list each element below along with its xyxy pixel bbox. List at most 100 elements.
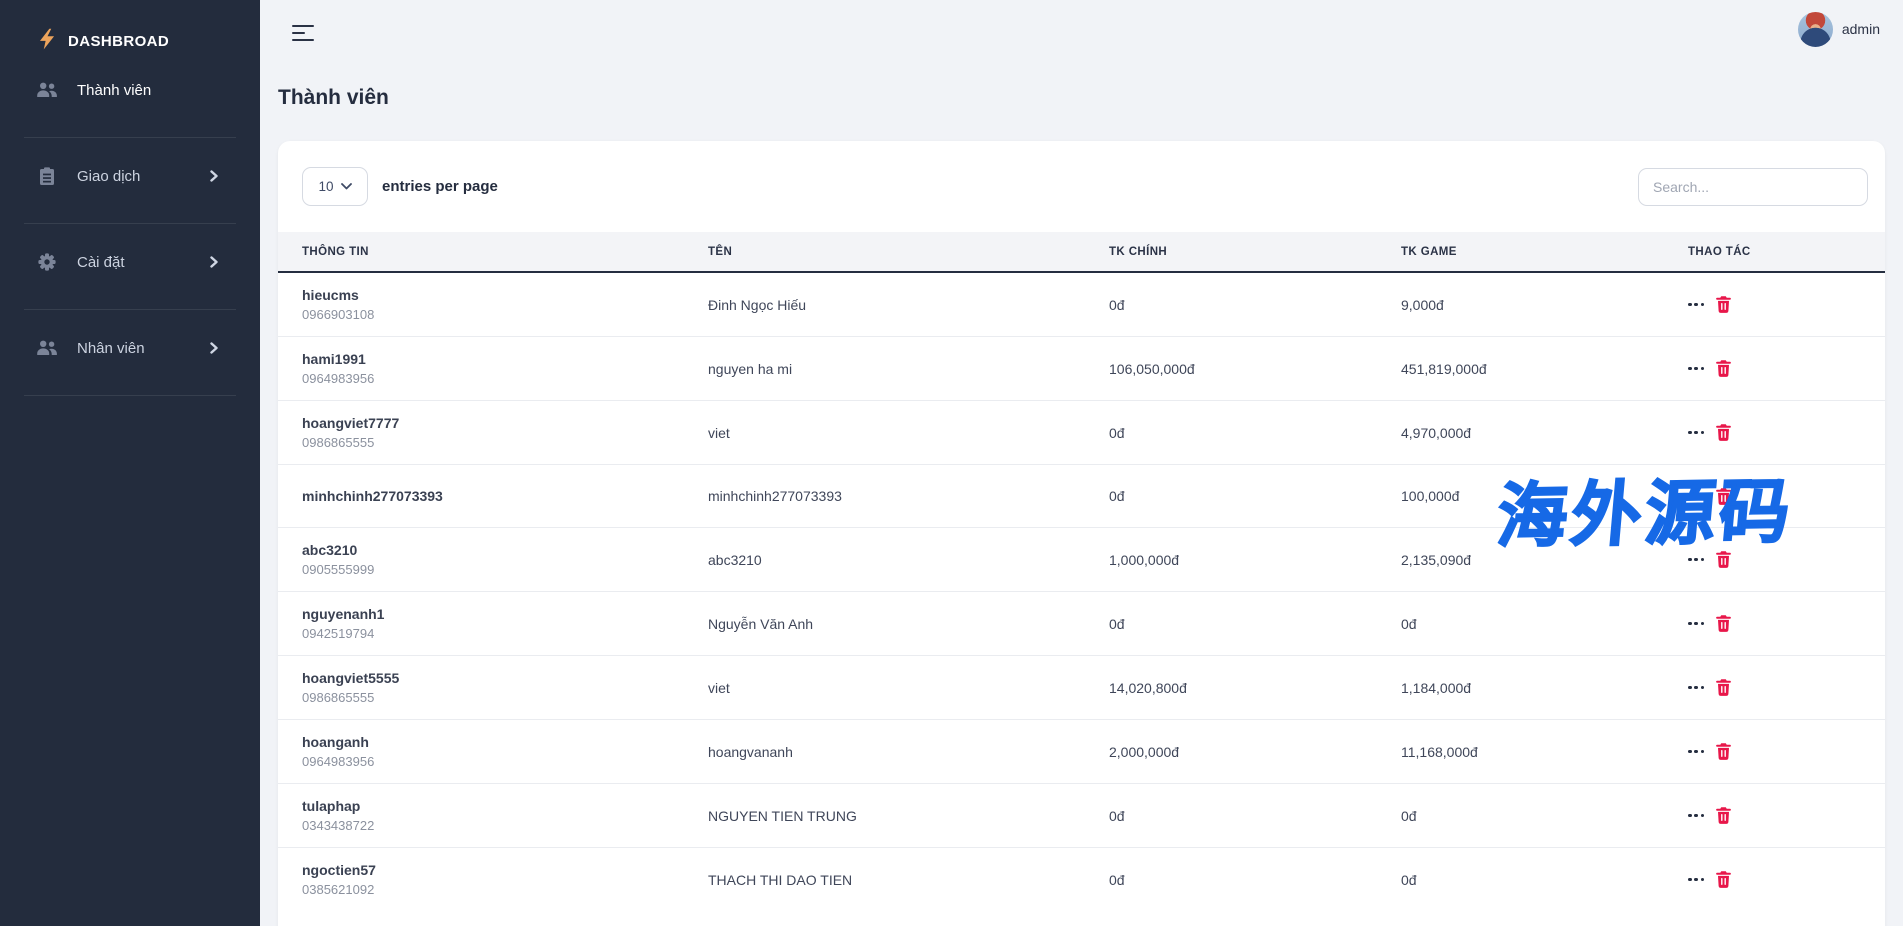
row-actions-menu-button[interactable] xyxy=(1688,299,1704,311)
gear-icon xyxy=(36,253,58,271)
row-username: ngoctien57 xyxy=(302,860,684,880)
row-tk-game: 0đ xyxy=(1377,592,1664,656)
table-row: hoangviet7777 0986865555 viet 0đ 4,970,0… xyxy=(278,401,1885,465)
lightning-icon xyxy=(40,28,55,55)
table-row: hieucms 0966903108 Đinh Ngọc Hiếu 0đ 9,0… xyxy=(278,272,1885,337)
row-username: abc3210 xyxy=(302,540,684,560)
page-size-value: 10 xyxy=(318,179,333,194)
row-actions-menu-button[interactable] xyxy=(1688,363,1704,375)
row-tk-game: 11,168,000đ xyxy=(1377,720,1664,784)
users-icon xyxy=(36,82,58,98)
row-tk-chinh: 0đ xyxy=(1085,401,1377,465)
brand-logo[interactable]: DASHBROAD xyxy=(0,0,260,56)
col-header-tk-game: TK GAME xyxy=(1377,232,1664,272)
trash-icon[interactable] xyxy=(1716,296,1731,313)
row-phone: 0986865555 xyxy=(302,434,684,452)
row-tk-chinh: 0đ xyxy=(1085,465,1377,528)
row-actions-menu-button[interactable] xyxy=(1688,874,1704,886)
row-username: hoangviet5555 xyxy=(302,668,684,688)
row-username: tulaphap xyxy=(302,796,684,816)
row-name: viet xyxy=(684,656,1085,720)
search-input[interactable] xyxy=(1638,168,1868,206)
sidebar-divider xyxy=(24,137,236,138)
main-content: admin Thành viên 10 entries per page THÔ… xyxy=(260,0,1903,926)
row-actions-menu-button[interactable] xyxy=(1688,554,1704,566)
row-tk-game: 2,135,090đ xyxy=(1377,528,1664,592)
col-header-tk-chinh: TK CHÍNH xyxy=(1085,232,1377,272)
page-size-select[interactable]: 10 xyxy=(302,167,368,206)
row-name: hoangvananh xyxy=(684,720,1085,784)
avatar xyxy=(1798,12,1833,47)
row-tk-chinh: 0đ xyxy=(1085,272,1377,337)
row-username: hoangviet7777 xyxy=(302,413,684,433)
table-row: tulaphap 0343438722 NGUYEN TIEN TRUNG 0đ… xyxy=(278,784,1885,848)
row-phone: 0385621092 xyxy=(302,881,684,899)
chevron-right-icon xyxy=(210,342,218,354)
col-header-thong-tin: THÔNG TIN xyxy=(278,232,684,272)
row-username: hami1991 xyxy=(302,349,684,369)
row-phone: 0986865555 xyxy=(302,689,684,707)
members-card: 10 entries per page THÔNG TIN TÊN TK CHÍ… xyxy=(278,141,1885,926)
row-phone: 0964983956 xyxy=(302,370,684,388)
chevron-right-icon xyxy=(210,256,218,268)
trash-icon[interactable] xyxy=(1716,360,1731,377)
row-name: NGUYEN TIEN TRUNG xyxy=(684,784,1085,848)
trash-icon[interactable] xyxy=(1716,551,1731,568)
row-actions-menu-button[interactable] xyxy=(1688,682,1704,694)
page-title: Thành viên xyxy=(278,86,1903,110)
col-header-ten: TÊN xyxy=(684,232,1085,272)
trash-icon[interactable] xyxy=(1716,615,1731,632)
trash-icon[interactable] xyxy=(1716,679,1731,696)
hamburger-icon[interactable] xyxy=(292,25,314,42)
row-tk-game: 0đ xyxy=(1377,784,1664,848)
brand-name: DASHBROAD xyxy=(68,33,169,50)
row-phone: 0343438722 xyxy=(302,817,684,835)
row-name: nguyen ha mi xyxy=(684,337,1085,401)
sidebar-item-thanh-vien[interactable]: Thành viên xyxy=(0,68,260,112)
sidebar-item-label: Cài đặt xyxy=(77,254,125,271)
row-name: minhchinh277073393 xyxy=(684,465,1085,528)
row-actions-menu-button[interactable] xyxy=(1688,618,1704,630)
trash-icon[interactable] xyxy=(1716,488,1731,505)
sidebar-item-nhan-vien[interactable]: Nhân viên xyxy=(0,326,260,370)
row-tk-game: 1,184,000đ xyxy=(1377,656,1664,720)
row-actions-menu-button[interactable] xyxy=(1688,427,1704,439)
row-tk-chinh: 0đ xyxy=(1085,784,1377,848)
user-name: admin xyxy=(1842,21,1880,37)
row-tk-chinh: 14,020,800đ xyxy=(1085,656,1377,720)
sidebar-divider xyxy=(24,223,236,224)
clipboard-icon xyxy=(36,167,58,185)
row-name: abc3210 xyxy=(684,528,1085,592)
table-controls: 10 entries per page xyxy=(278,141,1885,232)
members-table: THÔNG TIN TÊN TK CHÍNH TK GAME THAO TÁC … xyxy=(278,232,1885,911)
sidebar-divider xyxy=(24,395,236,396)
row-username: hoanganh xyxy=(302,732,684,752)
trash-icon[interactable] xyxy=(1716,424,1731,441)
trash-icon[interactable] xyxy=(1716,743,1731,760)
row-tk-game: 0đ xyxy=(1377,848,1664,912)
sidebar-item-giao-dich[interactable]: Giao dịch xyxy=(0,154,260,198)
row-tk-game: 451,819,000đ xyxy=(1377,337,1664,401)
row-tk-chinh: 2,000,000đ xyxy=(1085,720,1377,784)
row-name: Đinh Ngọc Hiếu xyxy=(684,272,1085,337)
table-row: hoangviet5555 0986865555 viet 14,020,800… xyxy=(278,656,1885,720)
row-tk-game: 100,000đ xyxy=(1377,465,1664,528)
col-header-thao-tac: THAO TÁC xyxy=(1664,232,1885,272)
sidebar-item-label: Thành viên xyxy=(77,82,151,99)
sidebar-divider xyxy=(24,309,236,310)
row-actions-menu-button[interactable] xyxy=(1688,810,1704,822)
row-phone: 0905555999 xyxy=(302,561,684,579)
row-username: nguyenanh1 xyxy=(302,604,684,624)
row-username: minhchinh277073393 xyxy=(302,486,684,506)
row-phone: 0942519794 xyxy=(302,625,684,643)
table-row: minhchinh277073393 minhchinh277073393 0đ… xyxy=(278,465,1885,528)
trash-icon[interactable] xyxy=(1716,871,1731,888)
row-name: Nguyễn Văn Anh xyxy=(684,592,1085,656)
table-row: hami1991 0964983956 nguyen ha mi 106,050… xyxy=(278,337,1885,401)
user-menu[interactable]: admin xyxy=(1798,12,1880,47)
entries-per-page-label: entries per page xyxy=(382,178,498,195)
row-actions-menu-button[interactable] xyxy=(1688,746,1704,758)
row-actions-menu-button[interactable] xyxy=(1688,490,1704,502)
sidebar-item-cai-dat[interactable]: Cài đặt xyxy=(0,240,260,284)
trash-icon[interactable] xyxy=(1716,807,1731,824)
